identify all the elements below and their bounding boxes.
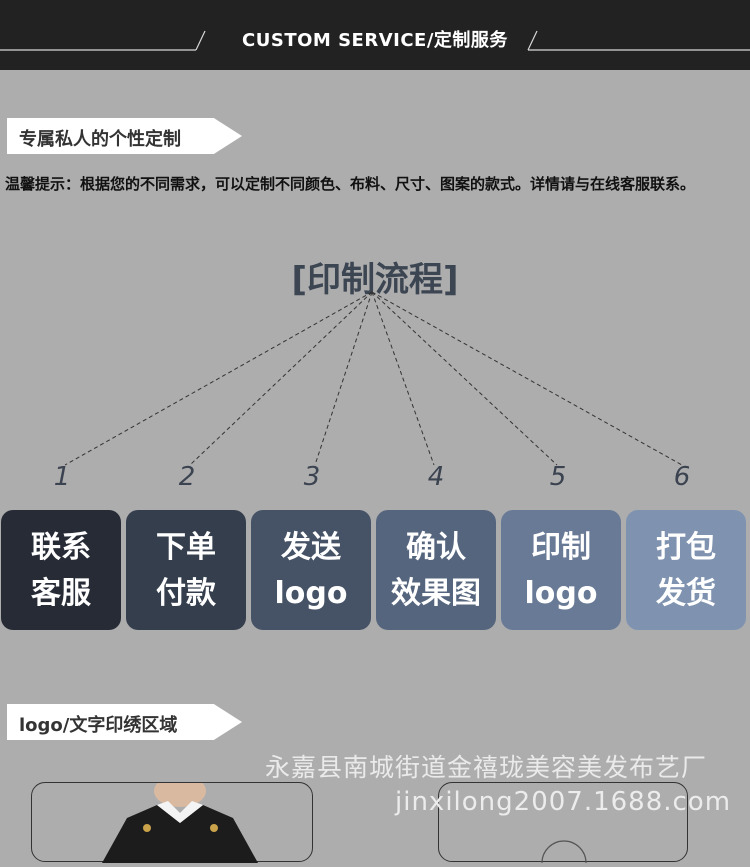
step-number-1: 1: [53, 462, 71, 492]
step-4-line2: 效果图: [391, 576, 481, 611]
product-image-frame-left: [31, 775, 313, 863]
step-number-5: 5: [549, 462, 567, 492]
step-6-line1: 打包: [656, 530, 716, 565]
uniform-illustration: [102, 775, 258, 863]
tip-text: 温馨提示：根据您的不同需求，可以定制不同颜色、布料、尺寸、图案的款式。详情请与在…: [5, 175, 696, 193]
watermark-company: 永嘉县南城街道金禧珑美容美发布艺厂: [265, 753, 708, 782]
flow-title: [印制流程]: [291, 260, 459, 300]
section-tag-logo-area: logo/文字印绣区域: [7, 704, 242, 740]
step-number-4: 4: [427, 462, 445, 492]
step-box-2: 下单 付款: [126, 510, 246, 630]
connector-1: [64, 291, 373, 466]
step-2-line1: 下单: [156, 530, 216, 565]
step-4-line1: 确认: [406, 530, 466, 565]
header-banner: CUSTOM SERVICE/定制服务: [0, 0, 750, 70]
connector-4: [371, 291, 435, 466]
connector-2: [189, 291, 373, 466]
header-title: CUSTOM SERVICE/定制服务: [242, 30, 508, 51]
step-1-line1: 联系: [31, 530, 91, 565]
step-3-line1: 发送: [281, 530, 341, 565]
section-tag-label: 专属私人的个性定制: [19, 129, 181, 150]
step-5-line2: logo: [524, 576, 598, 611]
step-box-4: 确认 效果图: [376, 510, 496, 630]
step-6-line2: 发货: [656, 576, 716, 611]
step-box-1: 联系 客服: [1, 510, 121, 630]
watermark-url: jinxilong2007.1688.com: [395, 787, 732, 817]
step-5-line1: 印制: [531, 530, 591, 565]
connector-5: [371, 291, 558, 466]
step-1-line2: 客服: [31, 576, 91, 611]
section-tag-custom: 专属私人的个性定制: [7, 118, 242, 154]
section-tag-label: logo/文字印绣区域: [19, 715, 178, 736]
step-box-6: 打包 发货: [626, 510, 746, 630]
step-number-6: 6: [673, 462, 691, 492]
step-number-3: 3: [303, 462, 321, 492]
step-number-2: 2: [178, 462, 196, 492]
step-3-line2: logo: [274, 576, 348, 611]
step-2-line2: 付款: [156, 576, 216, 611]
step-box-3: 发送 logo: [251, 510, 371, 630]
connector-3: [314, 291, 373, 466]
step-box-5: 印制 logo: [501, 510, 621, 630]
connector-6: [371, 291, 683, 466]
